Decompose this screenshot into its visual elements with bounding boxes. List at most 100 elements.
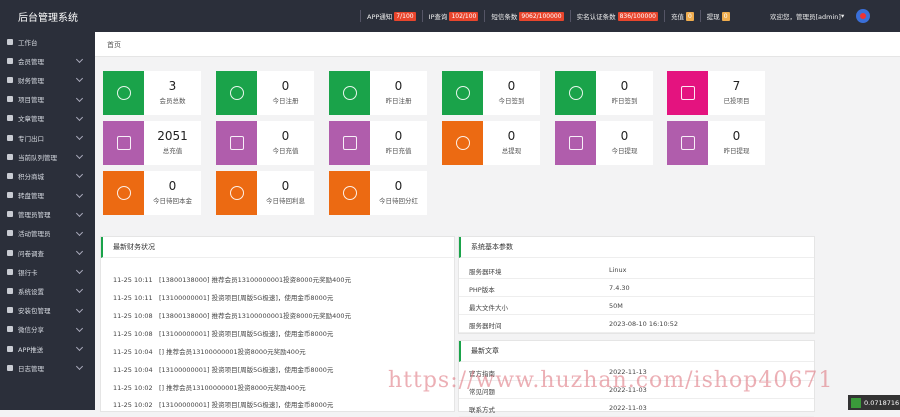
sidebar-item-dashboard[interactable]: 工作台 bbox=[0, 32, 95, 51]
chevron-down-icon bbox=[75, 56, 84, 64]
stat-card-yesterday-withdraw[interactable]: 0 昨日提现 bbox=[667, 121, 765, 165]
document-icon bbox=[680, 86, 695, 100]
stat-card-today-principal[interactable]: 0 今日待回本金 bbox=[103, 171, 201, 215]
stat-ip-query[interactable]: IP查询 102/100 bbox=[421, 10, 485, 22]
finance-panel-title: 最新财务状况 bbox=[101, 237, 454, 258]
param-row: 最大文件大小 50M bbox=[459, 297, 814, 315]
stat-realname[interactable]: 实名认证条数 836/100000 bbox=[569, 10, 664, 22]
article-row[interactable]: 联系方式 2022-11-03 bbox=[459, 399, 814, 417]
stat-card-today-dividend[interactable]: 0 今日待回分红 bbox=[329, 171, 427, 215]
sidebar-item-finance[interactable]: 财务管理 bbox=[0, 70, 95, 89]
stat-sms[interactable]: 短信条数 9062/100000 bbox=[484, 10, 569, 22]
stat-card-invested-projects[interactable]: 7 已投项目 bbox=[667, 71, 765, 115]
sidebar-item-logs[interactable]: 日志管理 bbox=[0, 358, 95, 377]
chevron-down-icon bbox=[75, 190, 84, 198]
avatar[interactable] bbox=[856, 9, 870, 23]
sidebar-item-admins[interactable]: 管理员管理 bbox=[0, 205, 95, 224]
sidebar-item-activity[interactable]: 活动管理员 bbox=[0, 224, 95, 243]
chevron-down-icon bbox=[75, 132, 84, 140]
system-params-title: 系统基本参数 bbox=[459, 237, 814, 258]
user-icon bbox=[455, 86, 470, 100]
gear-icon bbox=[7, 288, 13, 295]
sidebar-item-exit[interactable]: 专门出口 bbox=[0, 128, 95, 147]
door-icon bbox=[7, 134, 13, 141]
gift-icon bbox=[7, 172, 13, 179]
sidebar-item-points-mall[interactable]: 积分商城 bbox=[0, 166, 95, 185]
status-badge: 0.0718716 bbox=[848, 395, 900, 410]
chevron-down-icon bbox=[75, 286, 84, 294]
chevron-down-icon bbox=[75, 324, 84, 332]
chevron-down-icon bbox=[75, 75, 84, 83]
sidebar-item-wheel[interactable]: 转盘管理 bbox=[0, 186, 95, 205]
sidebar-item-survey[interactable]: 问卷调查 bbox=[0, 243, 95, 262]
app-title: 后台管理系统 bbox=[18, 12, 78, 24]
stat-card-yesterday-recharge[interactable]: 0 昨日充值 bbox=[329, 121, 427, 165]
sidebar-item-members[interactable]: 会员管理 bbox=[0, 51, 95, 70]
breadcrumb[interactable]: 首页 bbox=[107, 40, 121, 50]
chevron-down-icon bbox=[75, 152, 84, 160]
money-bag-icon bbox=[455, 136, 470, 150]
latest-articles-title: 最新文章 bbox=[459, 341, 814, 362]
finance-row: 11-25 10:08 [13800138000] 推荐会员13100000001… bbox=[113, 312, 352, 320]
stat-recharge[interactable]: 充值 0 bbox=[663, 10, 700, 22]
activity-icon bbox=[7, 230, 13, 237]
chevron-down-icon bbox=[75, 209, 84, 217]
param-row: 服务器时间 2023-08-10 16:10:52 bbox=[459, 315, 814, 333]
sidebar-item-projects[interactable]: 项目管理 bbox=[0, 90, 95, 109]
chevron-down-icon: ▾ bbox=[840, 12, 845, 20]
wallet-icon bbox=[568, 136, 583, 150]
stat-card-yesterday-signin[interactable]: 0 昨日签到 bbox=[555, 71, 653, 115]
param-row: PHP版本 7.4.30 bbox=[459, 279, 814, 297]
sidebar-item-wechat-share[interactable]: 微信分享 bbox=[0, 320, 95, 339]
wallet-icon bbox=[116, 136, 131, 150]
survey-icon bbox=[7, 249, 13, 256]
stat-withdraw[interactable]: 提现 0 bbox=[699, 10, 736, 22]
chevron-down-icon bbox=[75, 363, 84, 371]
stat-card-today-signin[interactable]: 0 今日签到 bbox=[442, 71, 540, 115]
indicator-icon bbox=[851, 397, 861, 408]
stat-card-total-recharge[interactable]: 2051 总充值 bbox=[103, 121, 201, 165]
stat-card-total-withdraw[interactable]: 0 总提现 bbox=[442, 121, 540, 165]
chevron-down-icon bbox=[75, 343, 84, 352]
stat-card-today-interest[interactable]: 0 今日待回利息 bbox=[216, 171, 314, 215]
user-icon bbox=[568, 86, 583, 100]
money-icon bbox=[7, 76, 13, 83]
stat-card-yesterday-register[interactable]: 0 昨日注册 bbox=[329, 71, 427, 115]
finance-row: 11-25 10:11 [13800138000] 推荐会员13100000001… bbox=[113, 276, 352, 284]
stat-card-today-withdraw[interactable]: 0 今日提现 bbox=[555, 121, 653, 165]
sidebar-item-app-push[interactable]: APP推送 bbox=[0, 339, 95, 358]
folder-icon bbox=[7, 96, 13, 103]
bell-icon bbox=[7, 345, 13, 352]
sidebar-item-packages[interactable]: 安装包管理 bbox=[0, 301, 95, 320]
welcome-menu[interactable]: 欢迎您，管理员[admin] ▾ bbox=[770, 0, 844, 32]
log-icon bbox=[7, 364, 13, 371]
chevron-down-icon bbox=[75, 94, 84, 102]
breadcrumb-bar: 首页 bbox=[95, 32, 900, 57]
admin-icon bbox=[7, 211, 13, 218]
sidebar-item-settings[interactable]: 系统设置 bbox=[0, 281, 95, 300]
sidebar-item-queue[interactable]: 当前队列管理 bbox=[0, 147, 95, 166]
user-icon bbox=[342, 86, 357, 100]
chevron-down-icon bbox=[75, 267, 84, 275]
finance-row: 11-25 10:04 [13100000001] 投资项目[周版5G极速]，使用… bbox=[113, 366, 334, 374]
stat-card-today-recharge[interactable]: 0 今日充值 bbox=[216, 121, 314, 165]
system-params-panel: 系统基本参数 服务器环境 Linux PHP版本 7.4.30 最大文件大小 50M … bbox=[458, 236, 815, 334]
grid-icon bbox=[7, 38, 13, 45]
card-icon bbox=[7, 268, 13, 275]
top-bar: 后台管理系统 APP通知 7/100 IP查询 102/100 短信条数 9062/1… bbox=[0, 0, 900, 32]
share-icon bbox=[7, 326, 13, 333]
user-icon bbox=[7, 57, 13, 64]
document-icon bbox=[7, 115, 13, 122]
sidebar-item-articles[interactable]: 文章管理 bbox=[0, 109, 95, 128]
user-icon bbox=[116, 86, 131, 100]
chevron-down-icon bbox=[75, 305, 84, 313]
stat-app-notice[interactable]: APP通知 7/100 bbox=[360, 10, 422, 22]
sidebar-item-bankcard[interactable]: 银行卡 bbox=[0, 262, 95, 281]
finance-row: 11-25 10:11 [13100000001] 投资项目[周版5G极速]，使用… bbox=[113, 294, 334, 302]
finance-row: 11-25 10:02 [13100000001] 投资项目[周版5G极速]，使用… bbox=[113, 401, 334, 409]
stat-card-members-total[interactable]: 3 会员总数 bbox=[103, 71, 201, 115]
stat-card-today-register[interactable]: 0 今日注册 bbox=[216, 71, 314, 115]
top-stats: APP通知 7/100 IP查询 102/100 短信条数 9062/100000 实… bbox=[360, 0, 736, 32]
sidebar: 工作台 会员管理 财务管理 项目管理 文章管理 专门出口 当前队列管理 积分商城… bbox=[0, 32, 95, 410]
chevron-down-icon bbox=[75, 171, 84, 179]
